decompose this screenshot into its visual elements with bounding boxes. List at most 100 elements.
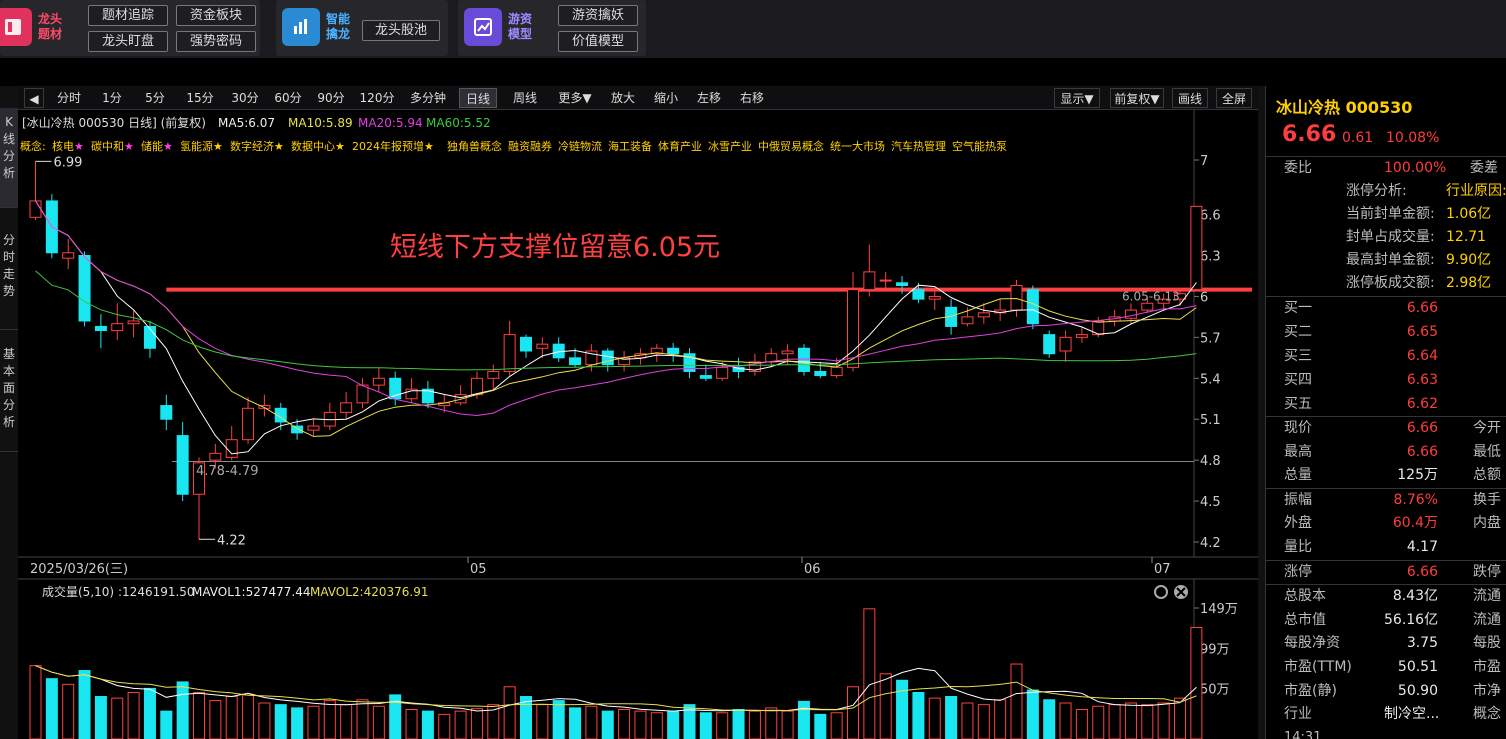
volume-bar[interactable] <box>307 705 320 739</box>
candle-body[interactable] <box>291 425 304 434</box>
volume-bar[interactable] <box>667 710 680 739</box>
volume-bar[interactable] <box>716 712 729 739</box>
candle-body[interactable] <box>503 334 516 372</box>
toolbar-btn-2[interactable]: 5分 <box>138 88 172 108</box>
volume-bar[interactable] <box>977 704 990 739</box>
volume-bar[interactable] <box>258 702 271 739</box>
volume-bar[interactable] <box>569 707 582 739</box>
toolbar-btn-12[interactable]: 放大 <box>606 88 640 108</box>
volume-bar[interactable] <box>143 687 156 739</box>
candle-body[interactable] <box>160 405 173 420</box>
candle-body[interactable] <box>225 439 238 458</box>
dragon-watch-button[interactable]: 龙头盯盘 <box>88 31 168 52</box>
volume-bar[interactable] <box>1141 704 1154 739</box>
candle-body[interactable] <box>307 425 320 431</box>
value-model-button[interactable]: 价值模型 <box>558 31 638 52</box>
candle-body[interactable] <box>470 377 483 396</box>
concept-tag[interactable]: 空气能热泵 <box>952 139 1007 153</box>
concept-tag[interactable]: 融资融券 <box>508 139 552 153</box>
concept-tag[interactable]: 海工装备 <box>608 139 652 153</box>
candle-body[interactable] <box>94 325 107 332</box>
concept-tag[interactable]: 统一大市场 <box>830 139 885 153</box>
volume-bar[interactable] <box>847 686 859 739</box>
volume-bar[interactable] <box>781 710 794 739</box>
volume-bar[interactable] <box>225 696 238 739</box>
candle-body[interactable] <box>814 370 827 377</box>
tab-kline-analysis[interactable]: K线分析 <box>0 108 18 208</box>
candle-body[interactable] <box>879 279 892 282</box>
volume-bar[interactable] <box>945 696 958 739</box>
candle-body[interactable] <box>896 282 909 287</box>
volume-bar[interactable] <box>405 709 418 739</box>
volume-bar[interactable] <box>372 705 385 739</box>
candle-body[interactable] <box>143 325 156 349</box>
candle-body[interactable] <box>454 394 467 404</box>
candle-body[interactable] <box>1059 336 1072 352</box>
candle-body[interactable] <box>1010 285 1023 311</box>
volume-bar[interactable] <box>552 700 565 739</box>
volume-bar[interactable] <box>699 712 712 739</box>
concept-tag[interactable]: 2024年报预增★ <box>352 139 434 153</box>
volume-bar[interactable] <box>193 691 205 739</box>
candle-body[interactable] <box>242 407 255 441</box>
candle-body[interactable] <box>520 336 532 352</box>
volume-bar[interactable] <box>470 708 483 739</box>
toolbar-btn-1[interactable]: 1分 <box>95 88 129 108</box>
volume-bar[interactable] <box>1157 702 1170 739</box>
candle-body[interactable] <box>372 377 385 386</box>
volume-bar[interactable] <box>1124 702 1137 739</box>
fund-sector-button[interactable]: 资金板块 <box>176 5 256 26</box>
volume-bar[interactable] <box>650 712 663 739</box>
volume-bar[interactable] <box>111 697 124 739</box>
volume-bar[interactable] <box>356 699 369 739</box>
dragon-pool-button[interactable]: 龙头股池 <box>362 20 440 41</box>
concept-tag[interactable]: 氢能源★ <box>180 139 223 153</box>
volume-bar[interactable] <box>863 608 876 739</box>
candle-body[interactable] <box>699 375 712 379</box>
concept-tag[interactable]: 数字经济★ <box>230 139 284 153</box>
panel-splitter[interactable] <box>1258 86 1265 739</box>
toolbar-btn-0[interactable]: 分时 <box>52 88 86 108</box>
volume-bar[interactable] <box>62 683 75 739</box>
candle-body[interactable] <box>1190 205 1203 291</box>
candle-body[interactable] <box>961 316 974 325</box>
gear-icon[interactable] <box>1154 585 1168 599</box>
volume-bar[interactable] <box>94 696 107 739</box>
concept-tag[interactable]: 数据中心★ <box>291 139 345 153</box>
volume-bar[interactable] <box>503 686 516 739</box>
candle-body[interactable] <box>487 370 500 379</box>
candle-body[interactable] <box>78 255 91 322</box>
toolbar-right-btn-3[interactable]: 全屏 <box>1216 88 1252 108</box>
candle-body[interactable] <box>667 347 680 355</box>
theme-track-button[interactable]: 题材追踪 <box>88 5 168 26</box>
volume-bar[interactable] <box>830 712 843 739</box>
candle-body[interactable] <box>912 289 925 300</box>
toolbar-btn-9[interactable]: 日线 <box>459 88 497 108</box>
candle-body[interactable] <box>340 402 353 413</box>
toolbar-btn-6[interactable]: 90分 <box>314 88 348 108</box>
hotmoney-demon-button[interactable]: 游资擒妖 <box>558 5 638 26</box>
volume-bar[interactable] <box>209 700 222 739</box>
volume-bar[interactable] <box>127 691 140 739</box>
candle-body[interactable] <box>111 323 124 332</box>
toolbar-right-btn-2[interactable]: 画线 <box>1172 88 1208 108</box>
volume-bar[interactable] <box>1010 663 1023 739</box>
volume-bar[interactable] <box>242 694 255 739</box>
concept-tag[interactable]: 冷链物流 <box>558 139 602 153</box>
candle-body[interactable] <box>863 271 876 291</box>
volume-bar[interactable] <box>438 713 451 739</box>
collapse-sidebar-icon[interactable]: ◀ <box>24 88 44 108</box>
tab-fundamental[interactable]: 基本面分析 <box>0 332 18 452</box>
concept-tag[interactable]: 冰雪产业 <box>708 139 752 153</box>
candle-body[interactable] <box>830 366 843 377</box>
candle-body[interactable] <box>1043 334 1056 355</box>
candle-body[interactable] <box>176 435 189 495</box>
candle-body[interactable] <box>569 357 582 366</box>
volume-bar[interactable] <box>1108 704 1121 739</box>
volume-bar[interactable] <box>1190 626 1203 739</box>
candle-body[interactable] <box>536 343 549 349</box>
volume-bar[interactable] <box>176 681 189 739</box>
toolbar-btn-4[interactable]: 30分 <box>228 88 262 108</box>
concept-tag[interactable]: 体育产业 <box>658 139 702 153</box>
volume-bar[interactable] <box>879 673 892 739</box>
